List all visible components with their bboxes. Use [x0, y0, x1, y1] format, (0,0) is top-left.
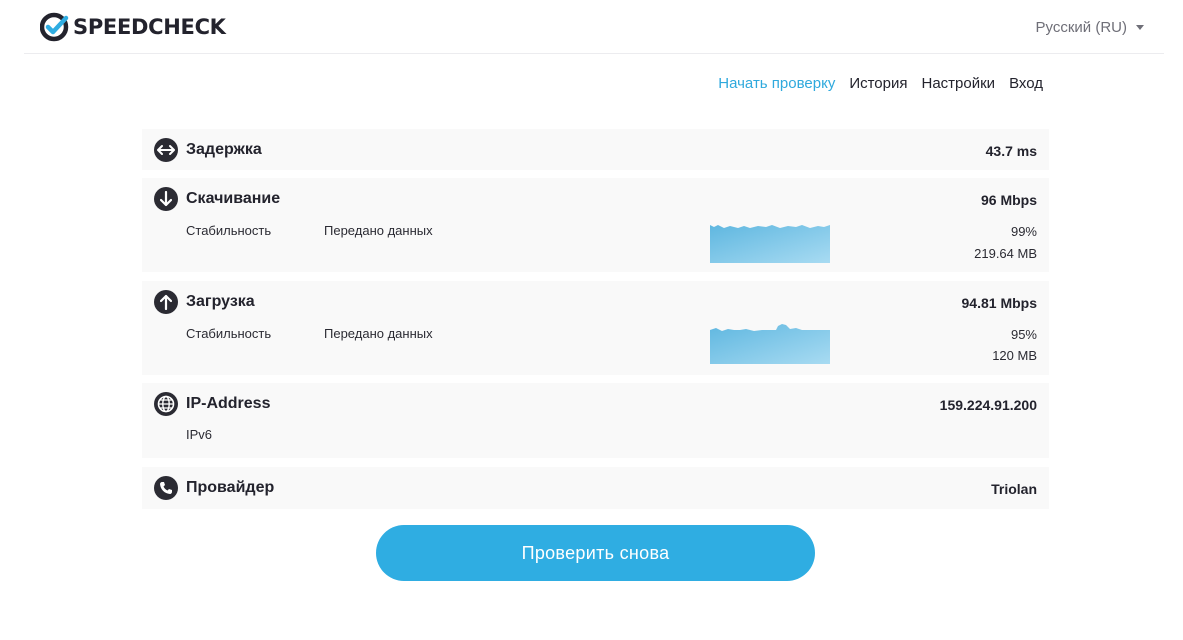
download-transferred-value: 219.64 MB: [974, 246, 1037, 261]
download-stability-label: Стабильность: [186, 223, 272, 238]
arrow-down-icon: [154, 187, 178, 211]
ip-value: 159.224.91.200: [939, 397, 1037, 413]
download-value: 96 Mbps: [980, 192, 1037, 208]
main-nav: Начать проверку История Настройки Вход: [704, 75, 1043, 92]
download-transferred-label: Передано данных: [324, 223, 433, 238]
upload-label: Загрузка: [186, 293, 255, 310]
download-card: Скачивание 96 Mbps Стабильность Передано…: [142, 178, 1049, 272]
language-selector[interactable]: Русский (RU): [1036, 19, 1144, 36]
arrow-up-icon: [154, 290, 178, 314]
upload-stability-label: Стабильность: [186, 326, 272, 341]
logo[interactable]: SPEEDCHECK: [40, 12, 226, 42]
phone-icon: [154, 476, 178, 500]
ip-card: IP-Address 159.224.91.200 IPv6: [142, 383, 1049, 458]
upload-card: Загрузка 94.81 Mbps Стабильность Передан…: [142, 281, 1049, 375]
latency-card: Задержка 43.7 ms: [142, 129, 1049, 170]
arrows-horizontal-icon: [154, 138, 178, 162]
globe-icon: [154, 392, 178, 416]
provider-label: Провайдер: [186, 479, 275, 496]
language-label: Русский (RU): [1035, 19, 1127, 36]
upload-speed-graph: [710, 324, 830, 364]
caret-down-icon: [1136, 25, 1144, 30]
retest-button[interactable]: Проверить снова: [376, 525, 815, 581]
logo-check-icon: [40, 12, 69, 42]
upload-transferred-value: 120 MB: [992, 348, 1037, 363]
upload-value: 94.81 Mbps: [961, 295, 1037, 311]
nav-start-test[interactable]: Начать проверку: [718, 75, 835, 92]
nav-settings[interactable]: Настройки: [922, 75, 996, 92]
latency-label: Задержка: [186, 141, 262, 158]
provider-value: Triolan: [991, 481, 1037, 497]
provider-card: Провайдер Triolan: [142, 467, 1049, 509]
top-bar: SPEEDCHECK Русский (RU): [24, 0, 1164, 54]
ip-version-label: IPv6: [186, 427, 213, 442]
upload-stability-value: 95%: [1010, 327, 1037, 342]
latency-value: 43.7 ms: [985, 143, 1037, 159]
ip-label: IP-Address: [186, 395, 271, 412]
download-label: Скачивание: [186, 190, 281, 207]
download-stability-value: 99%: [1010, 224, 1037, 239]
upload-transferred-label: Передано данных: [324, 326, 433, 341]
nav-login[interactable]: Вход: [1009, 75, 1043, 92]
nav-history[interactable]: История: [849, 75, 907, 92]
download-speed-graph: [710, 225, 830, 263]
logo-text: SPEEDCHECK: [73, 15, 226, 39]
